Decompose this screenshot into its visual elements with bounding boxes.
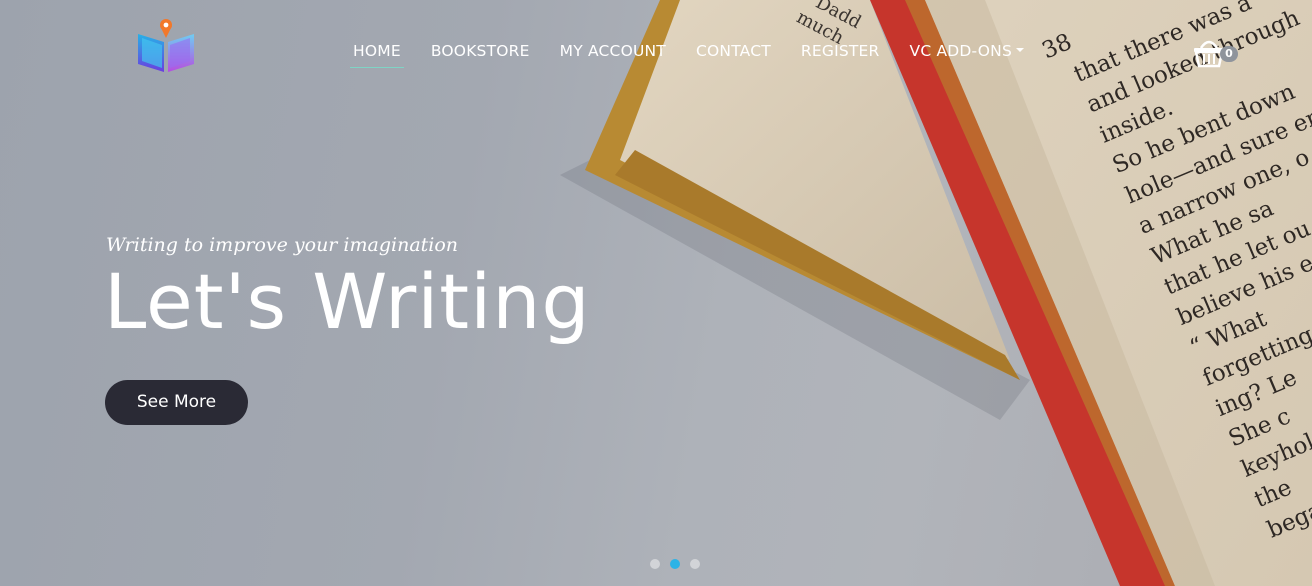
nav-item-label: VC ADD-ONS bbox=[909, 42, 1013, 60]
hero-slider: Dadd much 38 that there was a and looked t… bbox=[0, 0, 1312, 586]
nav-item-register[interactable]: REGISTER bbox=[786, 40, 895, 70]
slider-pagination bbox=[650, 559, 700, 569]
see-more-button[interactable]: See More bbox=[105, 380, 248, 425]
slider-dot-1[interactable] bbox=[650, 559, 660, 569]
cart-count-badge: 0 bbox=[1220, 46, 1238, 62]
slider-dot-2[interactable] bbox=[670, 559, 680, 569]
site-logo[interactable] bbox=[134, 16, 198, 74]
nav-item-label: REGISTER bbox=[800, 42, 880, 60]
cart-button[interactable]: 0 bbox=[1192, 38, 1248, 68]
nav-item-label: CONTACT bbox=[695, 42, 771, 60]
nav-item-contact[interactable]: CONTACT bbox=[681, 40, 786, 70]
nav-item-label: BOOKSTORE bbox=[430, 42, 530, 60]
nav-item-label: MY ACCOUNT bbox=[559, 42, 666, 60]
nav-item-vc-add-ons[interactable]: VC ADD-ONS bbox=[895, 40, 1040, 70]
slider-dot-3[interactable] bbox=[690, 559, 700, 569]
hero-headline: Let's Writing bbox=[104, 257, 591, 346]
caret-down-icon bbox=[1016, 47, 1025, 52]
nav-item-home[interactable]: HOME bbox=[338, 40, 416, 70]
nav-item-bookstore[interactable]: BOOKSTORE bbox=[416, 40, 545, 70]
nav-item-my-account[interactable]: MY ACCOUNT bbox=[545, 40, 681, 70]
hero-subtitle: Writing to improve your imagination bbox=[106, 234, 459, 256]
nav-item-label: HOME bbox=[353, 42, 401, 60]
main-navigation: HOME BOOKSTORE MY ACCOUNT CONTACT REGISTER VC… bbox=[338, 40, 1039, 70]
